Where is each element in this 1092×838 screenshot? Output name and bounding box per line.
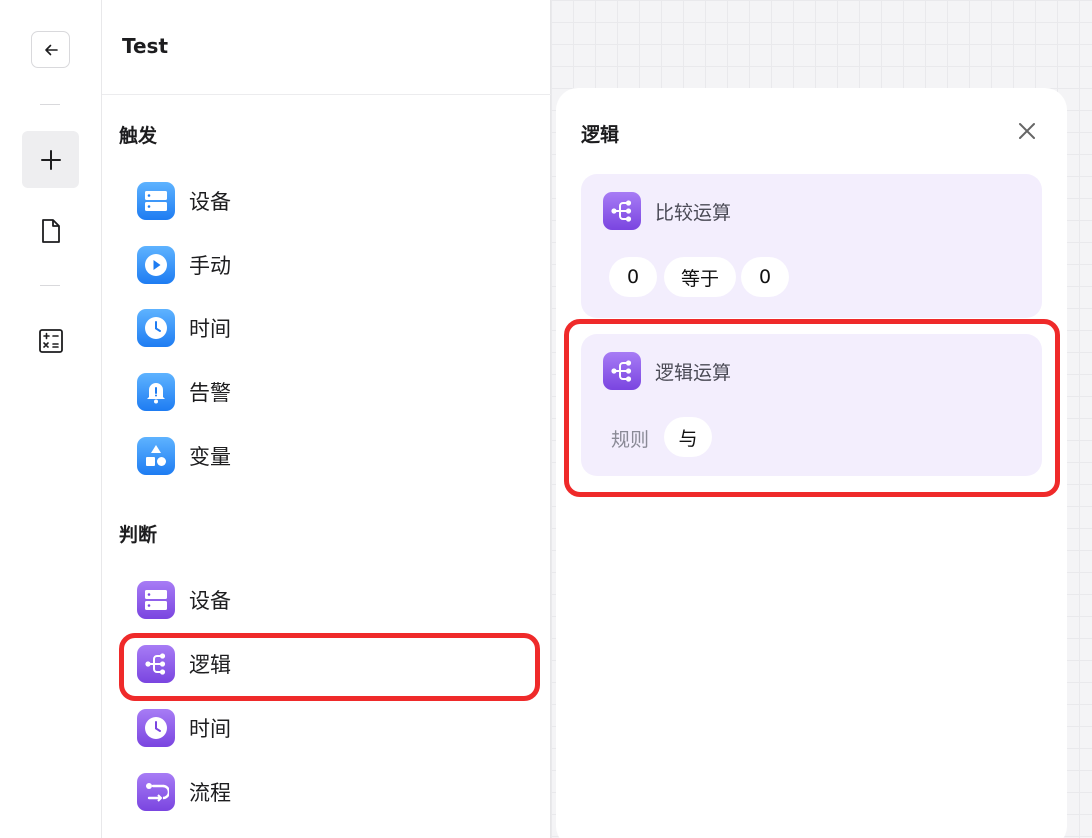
- menu-item-label: 时间: [189, 317, 231, 341]
- menu-item-trigger-manual[interactable]: 手动: [137, 243, 517, 287]
- bell-icon: [137, 373, 175, 411]
- menu-item-condition-time[interactable]: 时间: [137, 706, 517, 750]
- play-icon: [137, 246, 175, 284]
- menu-item-trigger-time[interactable]: 时间: [137, 306, 517, 350]
- left-rail: [0, 0, 102, 838]
- rail-divider: [40, 285, 60, 286]
- arrow-left-icon: [44, 44, 58, 55]
- section-condition: 判断: [119, 524, 158, 546]
- menu-item-condition-device[interactable]: 设备: [137, 578, 517, 622]
- node-menu: Test 触发 设备 手动 时间 告警 变量 判断 设备 逻辑 时间 流程: [102, 0, 551, 838]
- calculator-icon: [39, 329, 63, 353]
- logic-icon: [603, 192, 641, 230]
- menu-item-label: 设备: [189, 589, 231, 613]
- back-button[interactable]: [31, 31, 70, 68]
- menu-item-label: 手动: [189, 254, 231, 278]
- card-name: 比较运算: [655, 201, 732, 224]
- plus-icon: [40, 149, 61, 170]
- card-name: 逻辑运算: [655, 361, 732, 384]
- compare-operator[interactable]: 等于: [664, 257, 736, 297]
- close-icon: [1019, 123, 1035, 139]
- menu-item-trigger-variable[interactable]: 变量: [137, 434, 517, 478]
- menu-item-label: 流程: [189, 781, 231, 805]
- menu-item-label: 逻辑: [189, 653, 231, 677]
- document-icon: [42, 219, 60, 243]
- menu-item-trigger-alarm[interactable]: 告警: [137, 370, 517, 414]
- device-icon: [137, 581, 175, 619]
- compare-left-value[interactable]: 0: [609, 257, 657, 297]
- page-title: Test: [122, 34, 169, 58]
- compare-operation-card[interactable]: 比较运算 0 等于 0: [581, 174, 1042, 318]
- logic-panel: 逻辑 比较运算 0 等于 0 逻辑运算 规则 与: [556, 88, 1067, 838]
- document-button[interactable]: [35, 215, 67, 247]
- rule-value[interactable]: 与: [664, 417, 712, 457]
- rule-label: 规则: [611, 429, 650, 451]
- shapes-icon: [137, 437, 175, 475]
- menu-item-condition-flow[interactable]: 流程: [137, 770, 517, 814]
- add-button[interactable]: [22, 131, 79, 188]
- title-divider: [102, 94, 551, 95]
- rail-divider: [40, 104, 60, 105]
- logic-icon: [137, 645, 175, 683]
- menu-item-trigger-device[interactable]: 设备: [137, 179, 517, 223]
- device-icon: [137, 182, 175, 220]
- compare-right-value[interactable]: 0: [741, 257, 789, 297]
- flow-icon: [137, 773, 175, 811]
- calculator-button[interactable]: [35, 325, 67, 357]
- clock-icon: [137, 309, 175, 347]
- menu-item-label: 设备: [189, 190, 231, 214]
- panel-title: 逻辑: [581, 124, 620, 146]
- section-trigger: 触发: [119, 125, 158, 147]
- logic-icon: [603, 352, 641, 390]
- logic-operation-card[interactable]: 逻辑运算 规则 与: [581, 334, 1042, 476]
- menu-item-condition-logic[interactable]: 逻辑: [137, 642, 517, 686]
- menu-item-label: 时间: [189, 717, 231, 741]
- menu-item-label: 变量: [189, 445, 231, 469]
- menu-item-label: 告警: [189, 381, 231, 405]
- clock-icon: [137, 709, 175, 747]
- close-button[interactable]: [1016, 120, 1038, 142]
